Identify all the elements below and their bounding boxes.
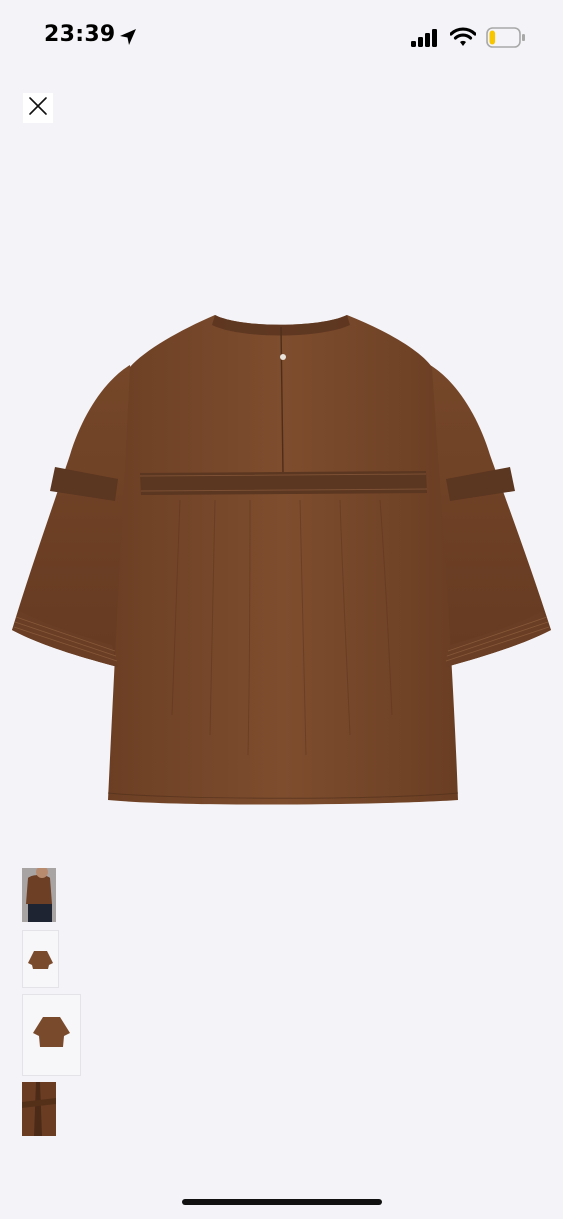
status-time: 23:39 — [44, 22, 116, 47]
thumbnail-blouse-back[interactable] — [22, 994, 81, 1076]
location-arrow-icon — [118, 27, 138, 52]
battery-icon — [486, 27, 526, 54]
close-icon — [28, 96, 48, 121]
product-image — [0, 295, 563, 825]
status-bar: 23:39 — [0, 0, 563, 76]
cellular-signal-icon — [411, 29, 439, 52]
close-button[interactable] — [23, 93, 53, 123]
thumbnail-detail[interactable] — [22, 1082, 56, 1136]
wifi-icon — [449, 27, 477, 52]
home-indicator[interactable] — [182, 1199, 382, 1205]
thumbnail-blouse-front[interactable] — [22, 930, 59, 988]
thumbnail-model-front[interactable] — [22, 868, 56, 922]
